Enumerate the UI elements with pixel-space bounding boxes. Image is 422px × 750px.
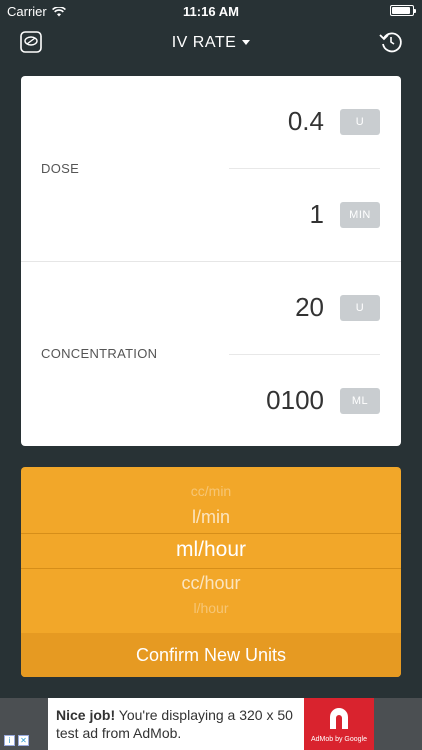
picker-option[interactable]: l/min <box>21 507 401 528</box>
ad-content[interactable]: Nice job! You're displaying a 320 x 50 t… <box>48 698 374 750</box>
confirm-units-button[interactable]: Confirm New Units <box>21 633 401 677</box>
nav-bar: IV RATE <box>0 22 422 66</box>
dose-section: DOSE 0.4 U 1 MIN <box>21 76 401 261</box>
concentration-amount-field[interactable]: 20 <box>295 292 324 323</box>
divider <box>229 354 380 355</box>
dose-time-field[interactable]: 1 <box>310 199 324 230</box>
page-title: IV RATE <box>171 34 237 51</box>
divider <box>229 168 380 169</box>
picker-selection-line <box>21 568 401 569</box>
concentration-section: CONCENTRATION 20 U 0100 ML <box>21 261 401 446</box>
ad-brand: AdMob by Google <box>310 736 368 743</box>
picker-option[interactable]: cc/min <box>21 483 401 499</box>
reset-icon[interactable] <box>378 29 404 55</box>
picker-option[interactable]: l/hour <box>21 600 401 616</box>
ad-text: Nice job! You're displaying a 320 x 50 t… <box>56 706 306 742</box>
ad-headline: Nice job! <box>56 707 116 723</box>
concentration-label: CONCENTRATION <box>41 346 158 361</box>
input-card: DOSE 0.4 U 1 MIN CONCENTRATION 20 U 0100… <box>21 76 401 446</box>
concentration-amount-unit-button[interactable]: U <box>340 295 380 321</box>
nav-title-dropdown[interactable]: IV RATE <box>0 34 422 52</box>
dose-label: DOSE <box>41 161 80 176</box>
dose-amount-field[interactable]: 0.4 <box>288 106 324 137</box>
status-time: 11:16 AM <box>183 4 239 19</box>
picker-option[interactable]: cc/hour <box>21 573 401 594</box>
ad-banner[interactable]: Nice job! You're displaying a 320 x 50 t… <box>0 698 422 750</box>
chevron-down-icon <box>242 40 251 46</box>
dose-time-unit-button[interactable]: MIN <box>340 202 380 228</box>
concentration-volume-unit-button[interactable]: ML <box>340 388 380 414</box>
status-bar: Carrier 11:16 AM <box>0 0 422 22</box>
unit-picker[interactable]: cc/min l/min ml/hour cc/hour l/hour Conf… <box>21 467 401 677</box>
adchoices-icon[interactable]: i ✕ <box>4 735 29 746</box>
admob-logo: AdMob by Google <box>304 698 374 750</box>
admob-icon <box>330 708 348 729</box>
dose-amount-unit-button[interactable]: U <box>340 109 380 135</box>
picker-selection-line <box>21 533 401 534</box>
picker-option-selected[interactable]: ml/hour <box>21 538 401 562</box>
concentration-volume-field[interactable]: 0100 <box>266 385 324 416</box>
battery-icon <box>390 5 416 16</box>
